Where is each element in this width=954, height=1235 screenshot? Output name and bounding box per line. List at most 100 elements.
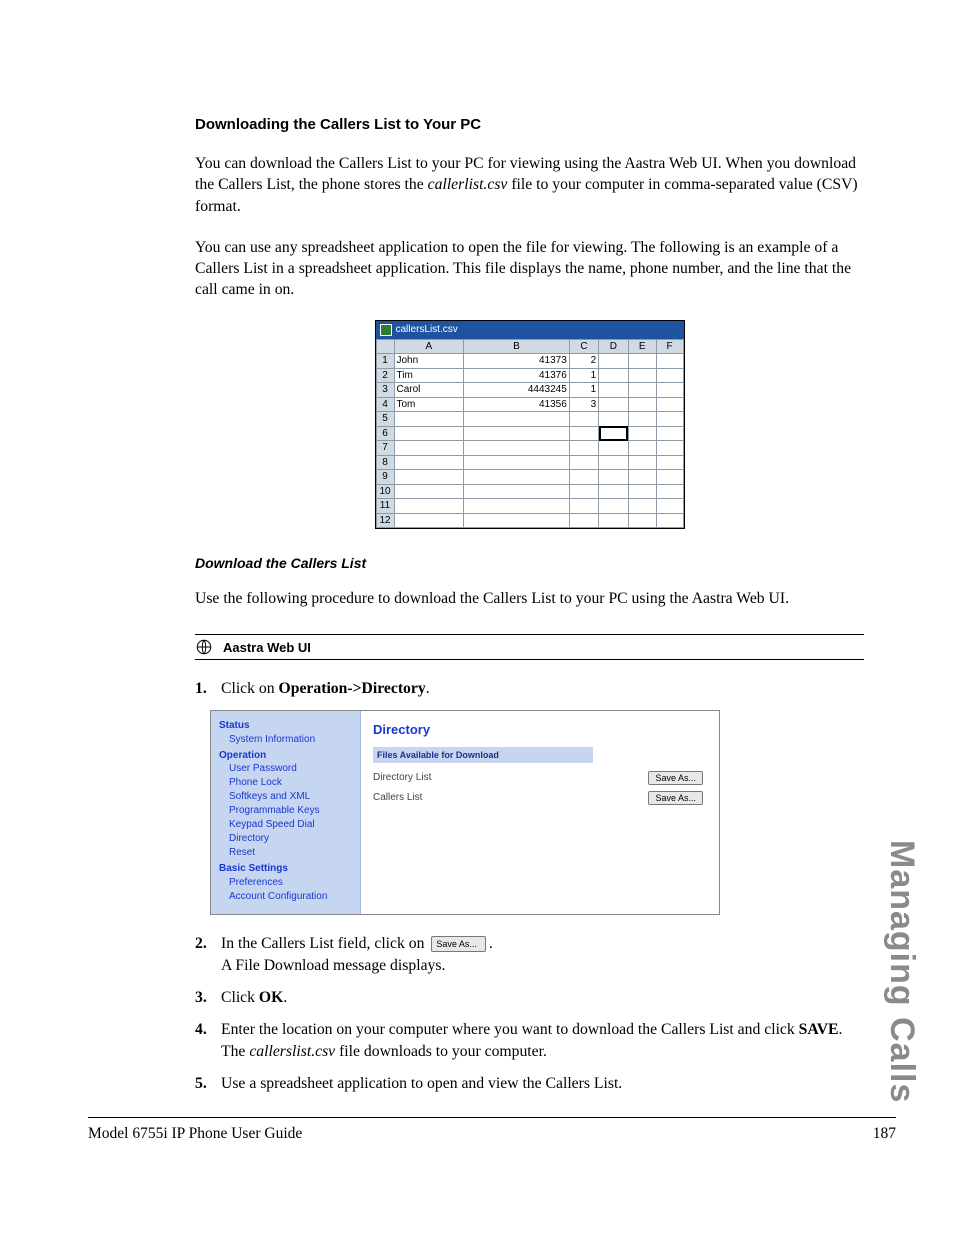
row-num: 10: [376, 484, 394, 499]
nav-programmable-keys[interactable]: Programmable Keys: [219, 804, 352, 818]
webui-nav: Status System Information Operation User…: [211, 711, 361, 914]
nav-directory[interactable]: Directory: [219, 832, 352, 846]
col-header: C: [569, 339, 598, 354]
text: .: [489, 935, 493, 952]
text: Click: [221, 989, 259, 1006]
nav-phone-lock[interactable]: Phone Lock: [219, 776, 352, 790]
text: A File Download message displays.: [221, 957, 445, 974]
row-num: 9: [376, 470, 394, 485]
spreadsheet-grid: A B C D E F 1John413732 2Tim413761 3Caro…: [376, 339, 684, 529]
paragraph-example: You can use any spreadsheet application …: [195, 237, 864, 301]
text: Click on: [221, 680, 279, 697]
filename-italic: callerlist.csv: [428, 176, 508, 193]
bold-path: Operation->Directory: [279, 680, 426, 697]
cell: 3: [569, 397, 598, 412]
step-number: 1.: [195, 678, 213, 700]
heading-download-procedure: Download the Callers List: [195, 554, 864, 573]
step-5: 5. Use a spreadsheet application to open…: [195, 1073, 864, 1095]
cell: 4443245: [464, 383, 570, 398]
corner-cell: [376, 339, 394, 354]
spreadsheet-figure: callersList.csv A B C D E F 1John413732 …: [375, 320, 685, 529]
step-4: 4. Enter the location on your computer w…: [195, 1019, 864, 1063]
side-tab-managing-calls: Managing Calls: [878, 840, 924, 1103]
col-header: F: [656, 339, 683, 354]
step-number: 5.: [195, 1073, 213, 1095]
nav-header-status: Status: [219, 719, 352, 733]
cell: Tom: [394, 397, 464, 412]
step-number: 2.: [195, 933, 213, 977]
heading-download-to-pc: Downloading the Callers List to Your PC: [195, 115, 864, 135]
nav-account-configuration[interactable]: Account Configuration: [219, 890, 352, 904]
cell: 2: [569, 354, 598, 369]
cell: Tim: [394, 368, 464, 383]
row-num: 12: [376, 513, 394, 528]
row-num: 5: [376, 412, 394, 427]
nav-header-basic-settings: Basic Settings: [219, 862, 352, 876]
step-number: 3.: [195, 987, 213, 1009]
spreadsheet-titlebar: callersList.csv: [376, 321, 684, 339]
label-directory-list: Directory List: [373, 771, 431, 785]
row-num: 11: [376, 499, 394, 514]
row-num: 2: [376, 368, 394, 383]
text: Enter the location on your computer wher…: [221, 1021, 799, 1038]
save-as-inline-button[interactable]: Save As...: [431, 936, 486, 952]
row-callers-list: Callers List Save As...: [373, 791, 703, 805]
text: Use a spreadsheet application to open an…: [221, 1073, 622, 1095]
step-number: 4.: [195, 1019, 213, 1063]
col-header: E: [628, 339, 656, 354]
footer-page-number: 187: [873, 1124, 896, 1145]
filename-italic: callerslist.csv: [249, 1043, 335, 1060]
text: .: [426, 680, 430, 697]
text: .: [839, 1021, 843, 1038]
save-as-button-directory[interactable]: Save As...: [648, 771, 703, 785]
paragraph-intro: You can download the Callers List to you…: [195, 153, 864, 217]
text: file downloads to your computer.: [335, 1043, 547, 1060]
globe-icon: [195, 638, 213, 656]
col-header: B: [464, 339, 570, 354]
footer-left: Model 6755i IP Phone User Guide: [88, 1124, 302, 1145]
cell: Carol: [394, 383, 464, 398]
bold-ok: OK: [259, 989, 283, 1006]
step-2: 2. In the Callers List field, click on S…: [195, 933, 864, 977]
row-num: 6: [376, 426, 394, 441]
row-num: 8: [376, 455, 394, 470]
cell: 1: [569, 368, 598, 383]
webui-banner: Aastra Web UI: [195, 634, 864, 660]
paragraph-procedure: Use the following procedure to download …: [195, 588, 864, 609]
col-header: D: [599, 339, 628, 354]
text: In the Callers List field, click on: [221, 935, 428, 952]
label-callers-list: Callers List: [373, 791, 422, 805]
panel-section-header: Files Available for Download: [373, 747, 593, 763]
row-num: 4: [376, 397, 394, 412]
text: .: [283, 989, 287, 1006]
step-1: 1. Click on Operation->Directory.: [195, 678, 864, 700]
nav-system-information[interactable]: System Information: [219, 733, 352, 747]
nav-keypad-speed-dial[interactable]: Keypad Speed Dial: [219, 818, 352, 832]
panel-title: Directory: [373, 721, 707, 739]
cell: John: [394, 354, 464, 369]
col-header: A: [394, 339, 464, 354]
nav-preferences[interactable]: Preferences: [219, 876, 352, 890]
text: The: [221, 1043, 249, 1060]
nav-reset[interactable]: Reset: [219, 846, 352, 860]
spreadsheet-filename: callersList.csv: [396, 323, 458, 337]
bold-save: SAVE: [799, 1021, 839, 1038]
row-directory-list: Directory List Save As...: [373, 771, 703, 785]
nav-user-password[interactable]: User Password: [219, 762, 352, 776]
excel-icon: [380, 324, 392, 336]
cell: 41356: [464, 397, 570, 412]
webui-main: Directory Files Available for Download D…: [361, 711, 719, 914]
webui-label: Aastra Web UI: [223, 639, 311, 657]
cell: 41373: [464, 354, 570, 369]
nav-header-operation: Operation: [219, 749, 352, 763]
webui-panel: Status System Information Operation User…: [210, 710, 720, 915]
save-as-button-callers[interactable]: Save As...: [648, 791, 703, 805]
page-footer: Model 6755i IP Phone User Guide 187: [88, 1117, 896, 1145]
row-num: 1: [376, 354, 394, 369]
active-cell: [599, 426, 628, 441]
nav-softkeys-xml[interactable]: Softkeys and XML: [219, 790, 352, 804]
step-3: 3. Click OK.: [195, 987, 864, 1009]
row-num: 7: [376, 441, 394, 456]
cell: 41376: [464, 368, 570, 383]
cell: 1: [569, 383, 598, 398]
